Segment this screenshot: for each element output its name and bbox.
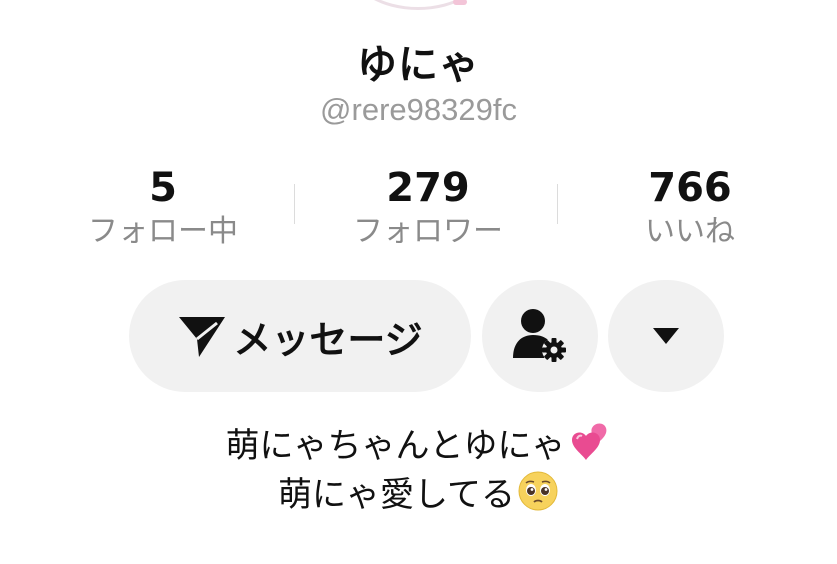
likes-label: いいね [645, 214, 735, 249]
message-button[interactable]: メッセージ [129, 280, 471, 392]
bio-text: 萌にゃちゃんとゆにゃ [225, 426, 566, 466]
username: @rere98329fc [320, 92, 517, 127]
two-hearts-icon [568, 422, 612, 473]
avatar[interactable] [348, 0, 488, 10]
stat-divider [557, 184, 558, 224]
more-options-button[interactable] [608, 280, 724, 392]
stat-divider [294, 184, 295, 224]
friend-settings-button[interactable] [482, 280, 598, 392]
message-button-label: メッセージ [233, 317, 423, 362]
likes-count: 766 [648, 165, 732, 211]
following-label: フォロー中 [88, 214, 238, 249]
bio-line-1: 萌にゃちゃんとゆにゃ [0, 422, 837, 473]
bio-line-2: 萌にゃ愛してる [0, 470, 837, 523]
stat-following[interactable]: 5 フォロー中 [63, 166, 263, 250]
stat-likes[interactable]: 766 いいね [590, 166, 790, 250]
display-name: ゆにゃ [357, 42, 480, 88]
bio-text: 萌にゃ愛してる [278, 475, 515, 515]
send-icon [177, 313, 227, 359]
pleading-face-icon [517, 470, 559, 523]
caret-down-icon [652, 327, 680, 345]
followers-label: フォロワー [353, 214, 503, 249]
followers-count: 279 [386, 165, 470, 211]
user-gear-icon [510, 306, 570, 366]
stat-followers[interactable]: 279 フォロワー [328, 166, 528, 250]
following-count: 5 [149, 165, 177, 211]
profile-page: ゆにゃ @rere98329fc 5 フォロー中 279 フォロワー 766 い… [0, 0, 837, 564]
